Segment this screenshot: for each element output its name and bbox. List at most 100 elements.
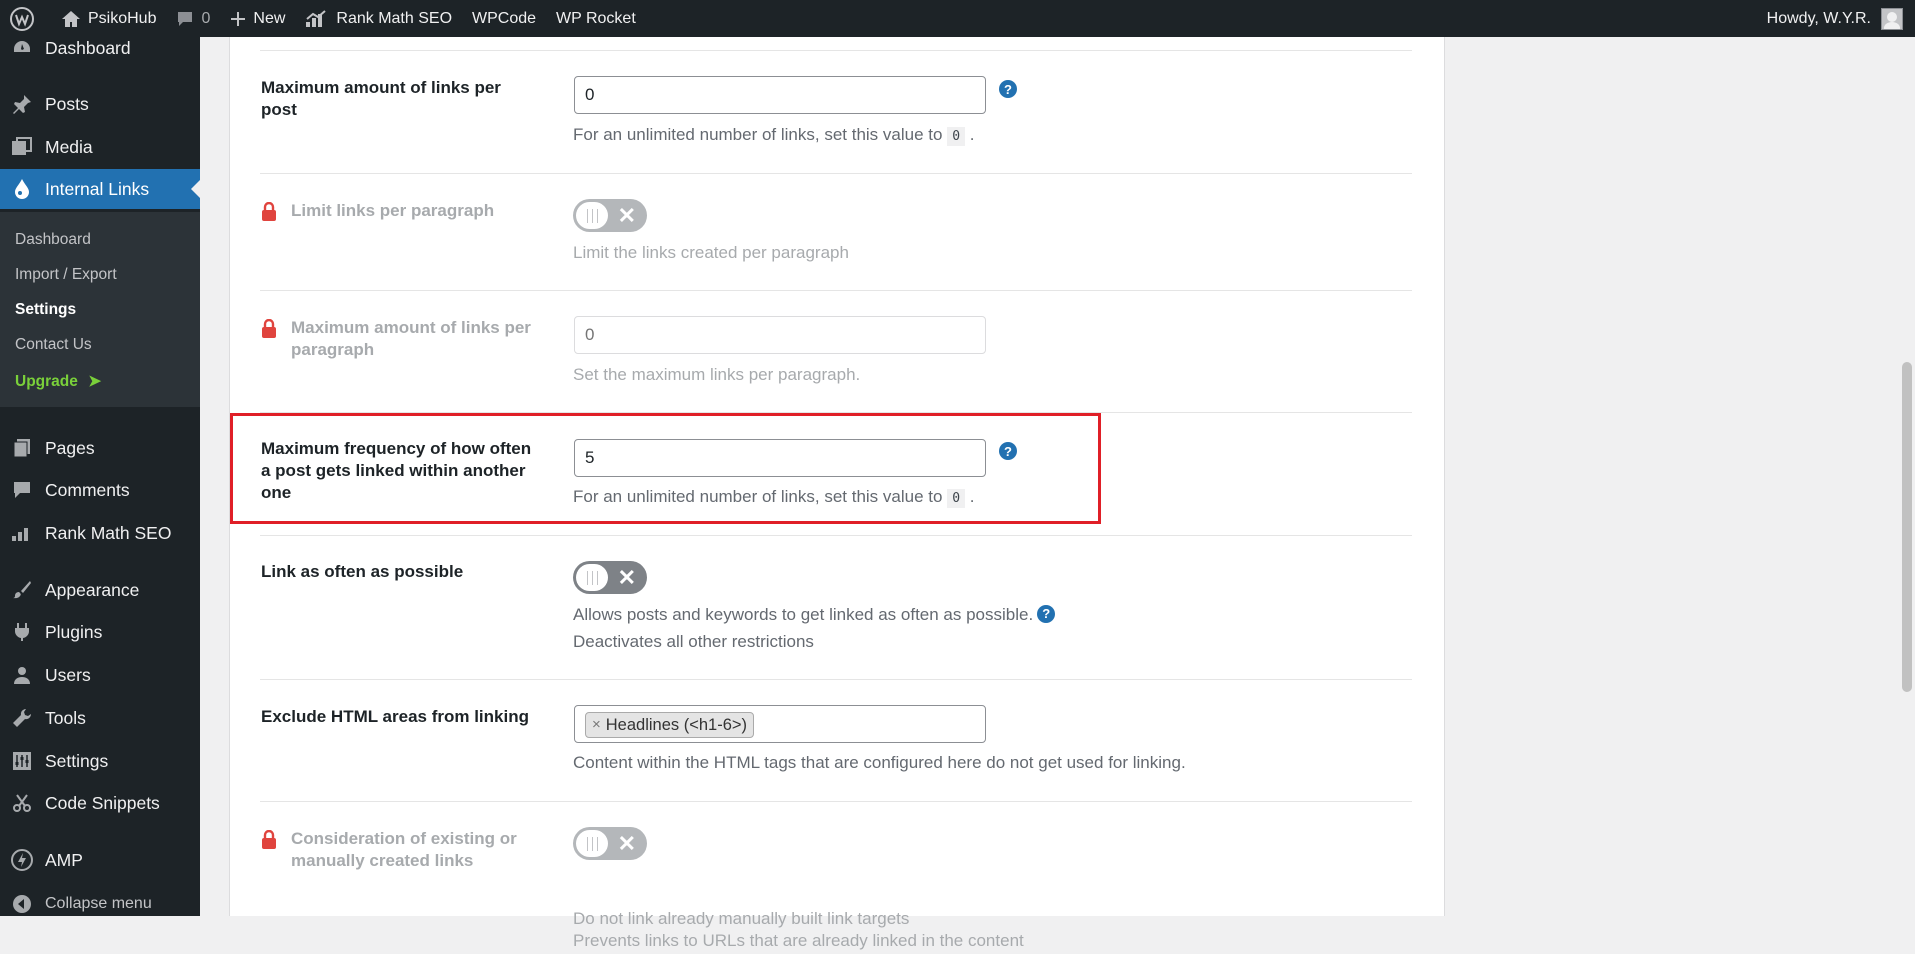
sidebar-item-appearance[interactable]: Appearance (0, 570, 200, 610)
close-icon: ✕ (617, 831, 636, 856)
collapse-arrow-icon (10, 892, 34, 916)
sidebar-item-internal-links[interactable]: Internal Links (0, 169, 200, 209)
code-zero: 0 (947, 127, 966, 146)
label-text: Consideration of existing or manually cr… (291, 829, 517, 870)
desc-link-often-2: Deactivates all other restrictions (573, 632, 814, 651)
desc-text: Allows posts and keywords to get linked … (573, 605, 1034, 624)
row-divider (260, 290, 1412, 291)
arrow-right-icon: ➤ (88, 373, 102, 390)
sidebar-label-rank-math: Rank Math SEO (45, 522, 172, 543)
sidebar-label-pages: Pages (45, 437, 95, 458)
sidebar-label-media: Media (45, 136, 93, 157)
sliders-icon (10, 749, 34, 773)
exclude-html-multiselect[interactable]: × Headlines (<h1-6>) (574, 705, 986, 743)
sidebar-item-users[interactable]: Users (0, 655, 200, 695)
howdy-text: Howdy, W.Y.R. (1766, 9, 1871, 27)
sidebar-label-users: Users (45, 664, 91, 685)
row-divider (260, 50, 1412, 51)
label-exclude-html: Exclude HTML areas from linking (261, 707, 529, 726)
lock-icon (261, 201, 277, 228)
sidebar-item-media[interactable]: Media (0, 127, 200, 167)
site-name-link[interactable]: PsikoHub (51, 0, 166, 37)
scissors-icon (10, 791, 34, 815)
wpcode-label: WPCode (472, 9, 537, 27)
wp-rocket-link[interactable]: WP Rocket (546, 0, 646, 37)
sidebar-label-settings: Settings (45, 750, 109, 771)
admin-bar: PsikoHub 0 New Rank Math SEO WPCode WP R… (0, 0, 1915, 37)
sidebar-label-collapse: Collapse menu (45, 895, 152, 912)
amp-bolt-icon (10, 848, 34, 872)
desc-limit-paragraph: Limit the links created per paragraph (573, 243, 849, 262)
help-icon[interactable]: ? (1037, 604, 1056, 623)
desc-exclude-html: Content within the HTML tags that are co… (573, 753, 1186, 772)
sidebar-item-tools[interactable]: Tools (0, 698, 200, 738)
submenu-settings[interactable]: Settings (15, 301, 76, 319)
rank-math-icon (10, 521, 34, 545)
label-max-links-paragraph: Maximum amount of links per paragraph (261, 317, 551, 361)
comments-count: 0 (201, 9, 211, 27)
sidebar-item-rank-math[interactable]: Rank Math SEO (0, 513, 200, 553)
link-often-toggle[interactable]: ✕ (573, 561, 647, 594)
rank-math-icon (306, 9, 327, 27)
wordpress-icon (10, 6, 34, 31)
site-name: PsikoHub (88, 9, 157, 27)
desc-text: For an unlimited number of links, set th… (573, 125, 943, 144)
page-scrollbar[interactable] (1899, 37, 1915, 916)
label-limit-paragraph: Limit links per paragraph (261, 200, 551, 222)
collapse-menu-button[interactable]: Collapse menu (0, 884, 200, 924)
max-links-paragraph-input[interactable] (574, 316, 986, 354)
highlight-box (230, 413, 1101, 524)
sidebar-item-comments[interactable]: Comments (0, 470, 200, 510)
row-divider (260, 173, 1412, 174)
wordpress-logo-button[interactable] (0, 0, 51, 37)
home-icon (62, 10, 80, 27)
close-icon: ✕ (617, 565, 636, 590)
toggle-knob (576, 202, 608, 229)
plus-icon (231, 11, 246, 26)
label-link-often: Link as often as possible (261, 562, 464, 581)
plug-icon (10, 620, 34, 644)
internal-links-submenu: Dashboard Import / Export Settings Conta… (0, 212, 200, 407)
comments-link[interactable]: 0 (166, 0, 220, 37)
submenu-import-export[interactable]: Import / Export (15, 266, 117, 284)
media-icon (10, 135, 34, 159)
pin-icon (10, 92, 34, 116)
toggle-knob (576, 830, 608, 857)
sidebar-label-appearance: Appearance (45, 579, 140, 600)
submenu-contact[interactable]: Contact Us (15, 336, 92, 354)
desc-existing-links-2: Prevents links to URLs that are already … (573, 931, 1024, 950)
rank-math-link[interactable]: Rank Math SEO (295, 0, 462, 37)
submenu-upgrade[interactable]: Upgrade ➤ (15, 372, 101, 391)
new-content-link[interactable]: New (220, 0, 295, 37)
wpcode-link[interactable]: WPCode (462, 0, 546, 37)
droplet-icon (10, 177, 34, 201)
comments-icon (10, 478, 34, 502)
label-max-links-post: Maximum amount of links per post (261, 78, 501, 119)
pages-icon (10, 436, 34, 460)
remove-tag-icon[interactable]: × (592, 713, 601, 737)
sidebar-item-plugins[interactable]: Plugins (0, 612, 200, 652)
row-divider (260, 679, 1412, 680)
comment-bubble-icon (178, 11, 193, 26)
submenu-dashboard[interactable]: Dashboard (15, 231, 91, 249)
sidebar-item-settings[interactable]: Settings (0, 741, 200, 781)
sidebar-item-amp[interactable]: AMP (0, 840, 200, 880)
sidebar-item-posts[interactable]: Posts (0, 84, 200, 124)
existing-links-toggle[interactable]: ✕ (573, 827, 647, 860)
wrench-icon (10, 706, 34, 730)
rank-math-label: Rank Math SEO (336, 9, 453, 27)
label-text: Maximum amount of links per paragraph (291, 318, 531, 359)
scrollbar-thumb[interactable] (1902, 362, 1912, 692)
sidebar-item-pages[interactable]: Pages (0, 428, 200, 468)
paintbrush-icon (10, 578, 34, 602)
sidebar-item-code-snippets[interactable]: Code Snippets (0, 783, 200, 823)
help-icon[interactable]: ? (999, 80, 1017, 98)
wp-rocket-label: WP Rocket (556, 9, 636, 27)
desc-max-links-post: For an unlimited number of links, set th… (573, 121, 974, 150)
avatar (1881, 7, 1903, 30)
limit-paragraph-toggle[interactable]: ✕ (573, 199, 647, 232)
admin-sidebar: Dashboard Posts Media Internal Links Das… (0, 37, 200, 916)
max-links-post-input[interactable] (574, 76, 986, 114)
account-menu[interactable]: Howdy, W.Y.R. (1766, 7, 1915, 30)
sidebar-label-amp: AMP (45, 849, 83, 870)
